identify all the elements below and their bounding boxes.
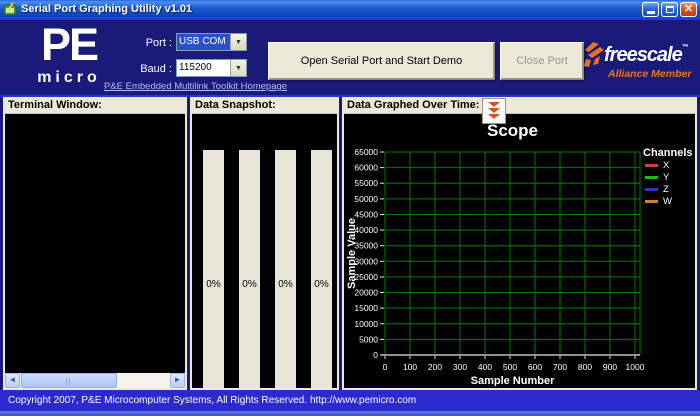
- y-tick-label: 50000: [354, 194, 378, 204]
- x-tick-label: 900: [603, 362, 617, 372]
- minimize-button[interactable]: [642, 2, 659, 17]
- freescale-logo: freescale™ Alliance Member: [583, 40, 697, 84]
- close-icon: ✕: [684, 4, 693, 15]
- terminal-header: Terminal Window:: [5, 97, 185, 114]
- graph-header: Data Graphed Over Time:: [344, 97, 695, 114]
- legend-swatch-Z: [645, 188, 658, 191]
- maximize-icon: [666, 6, 674, 13]
- window-controls: ✕: [642, 2, 697, 17]
- y-tick-label: 55000: [354, 178, 378, 188]
- chevron-down-icon[interactable]: ▼: [230, 34, 246, 50]
- snapshot-display: 0% 0% 0% 0%: [192, 114, 337, 388]
- x-axis-title: Sample Number: [471, 375, 555, 386]
- y-axis-title: Sample Value: [346, 218, 358, 289]
- pemicro-logo-mark: PE: [14, 22, 124, 68]
- snapshot-bar: 0%: [275, 150, 296, 388]
- baud-select[interactable]: 115200 ▼: [176, 59, 247, 77]
- app-window: Serial Port Graphing Utility v1.01 ✕ PE …: [0, 0, 700, 416]
- legend-label-Z: Z: [663, 184, 669, 195]
- snapshot-bar: 0%: [311, 150, 332, 388]
- trademark-symbol: ™: [682, 44, 688, 51]
- freescale-logo-icon: [583, 42, 605, 72]
- legend-swatch-W: [645, 200, 658, 203]
- legend-label-Y: Y: [663, 172, 670, 183]
- scroll-left-button[interactable]: ◄: [5, 373, 20, 388]
- minimize-icon: [647, 11, 655, 14]
- x-tick-label: 300: [453, 362, 467, 372]
- scroll-thumb[interactable]: [21, 373, 117, 388]
- terminal-window[interactable]: ◄ ►: [5, 114, 185, 388]
- legend-label-W: W: [663, 196, 672, 207]
- alliance-member-label: Alliance Member: [608, 68, 691, 80]
- x-tick-label: 500: [503, 362, 517, 372]
- snapshot-bar-label: 0%: [275, 279, 296, 290]
- toolkit-homepage-link[interactable]: P&E Embedded Multilink Toolkit Homepage: [104, 81, 274, 92]
- horizontal-scrollbar[interactable]: ◄ ►: [5, 373, 185, 388]
- x-tick-label: 700: [553, 362, 567, 372]
- collapse-button[interactable]: [482, 98, 506, 124]
- x-tick-label: 200: [428, 362, 442, 372]
- y-tick-label: 45000: [354, 209, 378, 219]
- app-icon: [3, 2, 17, 16]
- y-tick-label: 10000: [354, 319, 378, 329]
- legend-swatch-Y: [645, 176, 658, 179]
- open-port-button[interactable]: Open Serial Port and Start Demo: [268, 42, 495, 80]
- baud-label: Baud :: [128, 63, 172, 75]
- snapshot-panel: Data Snapshot: 0% 0% 0% 0%: [190, 97, 339, 390]
- copyright-text: Copyright 2007, P&E Microcomputer System…: [8, 395, 307, 406]
- scroll-right-button[interactable]: ►: [170, 373, 185, 388]
- x-tick-label: 600: [528, 362, 542, 372]
- close-port-button: Close Port: [500, 42, 584, 80]
- window-title: Serial Port Graphing Utility v1.01: [21, 3, 642, 15]
- legend-swatch-X: [645, 164, 658, 167]
- window-border: [0, 411, 700, 416]
- y-tick-label: 60000: [354, 163, 378, 173]
- snapshot-bar-label: 0%: [203, 279, 224, 290]
- legend-label-X: X: [663, 160, 670, 171]
- terminal-panel: Terminal Window: ◄ ►: [3, 97, 187, 390]
- x-tick-label: 0: [383, 362, 388, 372]
- double-chevron-down-icon: [487, 101, 501, 121]
- snapshot-bars: 0% 0% 0% 0%: [192, 150, 337, 388]
- snapshot-bar: 0%: [239, 150, 260, 388]
- statusbar: Copyright 2007, P&E Microcomputer System…: [0, 390, 700, 411]
- y-tick-label: 15000: [354, 303, 378, 313]
- legend-title: Channels: [643, 147, 693, 159]
- snapshot-bar-label: 0%: [239, 279, 260, 290]
- scope-display: Scope05000100001500020000250003000035000…: [344, 114, 695, 388]
- freescale-wordmark: freescale™: [604, 44, 688, 67]
- maximize-button[interactable]: [661, 2, 678, 17]
- close-button[interactable]: ✕: [680, 2, 697, 17]
- x-tick-label: 1000: [626, 362, 645, 372]
- y-tick-label: 5000: [359, 334, 378, 344]
- baud-select-value: 115200: [177, 60, 230, 76]
- scroll-track[interactable]: [20, 373, 170, 388]
- y-tick-label: 65000: [354, 147, 378, 157]
- port-select[interactable]: USB COM ▼: [176, 33, 247, 51]
- chevron-down-icon[interactable]: ▼: [230, 60, 246, 76]
- snapshot-header: Data Snapshot:: [192, 97, 337, 114]
- y-tick-label: 0: [373, 350, 378, 360]
- x-tick-label: 800: [578, 362, 592, 372]
- snapshot-bar: 0%: [203, 150, 224, 388]
- website-url: http://www.pemicro.com: [310, 395, 416, 406]
- x-tick-label: 400: [478, 362, 492, 372]
- snapshot-bar-label: 0%: [311, 279, 332, 290]
- scope-chart: Scope05000100001500020000250003000035000…: [344, 114, 695, 386]
- x-tick-label: 100: [403, 362, 417, 372]
- titlebar: Serial Port Graphing Utility v1.01 ✕: [0, 0, 700, 20]
- port-select-value: USB COM: [177, 34, 230, 50]
- port-label: Port :: [128, 37, 172, 49]
- graph-panel: Data Graphed Over Time: Scope05000100001…: [342, 97, 697, 390]
